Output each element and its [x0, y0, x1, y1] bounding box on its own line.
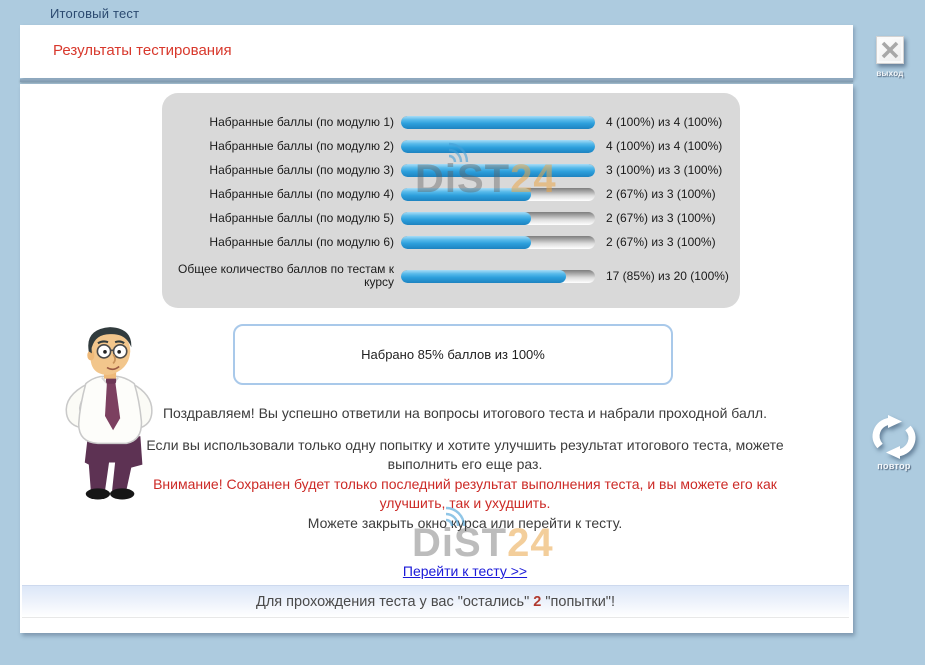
progress-fill [401, 140, 595, 153]
header-panel: Результаты тестирования [20, 25, 853, 78]
attempts-suffix: "попытки"! [541, 594, 615, 610]
warning-text: Внимание! Сохранен будет только последни… [140, 475, 790, 514]
progress-fill [401, 270, 566, 283]
progress-track [401, 140, 595, 153]
result-row: Набранные баллы (по модулю 3) 3 (100%) и… [170, 158, 740, 182]
result-label: Набранные баллы (по модулю 6) [170, 236, 394, 249]
page: { "window": { "title": "Итоговый тест" }… [0, 0, 925, 665]
score-box: Набрано 85% баллов из 100% [233, 324, 673, 385]
progress-track [401, 212, 595, 225]
result-row: Набранные баллы (по модулю 6) 2 (67%) из… [170, 230, 740, 254]
result-label: Набранные баллы (по модулю 1) [170, 116, 394, 129]
attempts-prefix: Для прохождения теста у вас "остались" [256, 594, 533, 610]
progress-fill [401, 116, 595, 129]
header-divider [20, 79, 853, 82]
result-value: 4 (100%) из 4 (100%) [606, 115, 722, 129]
link-row: Перейти к тесту >> [140, 562, 790, 582]
result-label: Набранные баллы (по модулю 5) [170, 212, 394, 225]
progress-fill [401, 212, 531, 225]
result-value: 3 (100%) из 3 (100%) [606, 163, 722, 177]
progress-track [401, 270, 595, 283]
result-row: Набранные баллы (по модулю 1) 4 (100%) и… [170, 110, 740, 134]
retry-info-text: Если вы использовали только одну попытку… [140, 436, 790, 475]
exit-button[interactable] [876, 36, 904, 64]
result-row: Набранные баллы (по модулю 4) 2 (67%) из… [170, 182, 740, 206]
result-value: 2 (67%) из 3 (100%) [606, 235, 716, 249]
result-value: 2 (67%) из 3 (100%) [606, 187, 716, 201]
closing-text: Можете закрыть окно курса или перейти к … [140, 514, 790, 534]
progress-track [401, 164, 595, 177]
progress-fill [401, 188, 531, 201]
message-block: Поздравляем! Вы успешно ответили на вопр… [140, 404, 790, 582]
progress-track [401, 188, 595, 201]
result-label: Набранные баллы (по модулю 3) [170, 164, 394, 177]
goto-test-link[interactable]: Перейти к тесту >> [403, 563, 527, 579]
result-row: Набранные баллы (по модулю 2) 4 (100%) и… [170, 134, 740, 158]
score-box-text: Набрано 85% баллов из 100% [361, 347, 545, 362]
window-title: Итоговый тест [50, 6, 139, 21]
close-icon [877, 37, 903, 63]
attempts-count: 2 [533, 594, 541, 610]
page-title: Результаты тестирования [53, 42, 232, 59]
attempts-bar: Для прохождения теста у вас "остались" 2… [22, 585, 849, 618]
result-row: Общее количество баллов по тестам к курс… [170, 259, 740, 293]
repeat-button-label[interactable]: повтор [864, 461, 924, 471]
progress-fill [401, 164, 595, 177]
congrats-text: Поздравляем! Вы успешно ответили на вопр… [140, 404, 790, 424]
result-label: Набранные баллы (по модулю 2) [170, 140, 394, 153]
result-label: Общее количество баллов по тестам к курс… [170, 263, 394, 289]
repeat-button[interactable] [868, 415, 920, 459]
progress-track [401, 116, 595, 129]
result-value: 2 (67%) из 3 (100%) [606, 211, 716, 225]
progress-fill [401, 236, 531, 249]
refresh-arrows-icon [876, 415, 912, 459]
main-panel: Набранные баллы (по модулю 1) 4 (100%) и… [20, 84, 853, 633]
exit-button-label[interactable]: выход [868, 69, 912, 78]
results-panel: Набранные баллы (по модулю 1) 4 (100%) и… [162, 93, 740, 308]
result-row: Набранные баллы (по модулю 5) 2 (67%) из… [170, 206, 740, 230]
progress-track [401, 236, 595, 249]
result-label: Набранные баллы (по модулю 4) [170, 188, 394, 201]
result-value: 4 (100%) из 4 (100%) [606, 139, 722, 153]
result-value: 17 (85%) из 20 (100%) [606, 269, 729, 283]
